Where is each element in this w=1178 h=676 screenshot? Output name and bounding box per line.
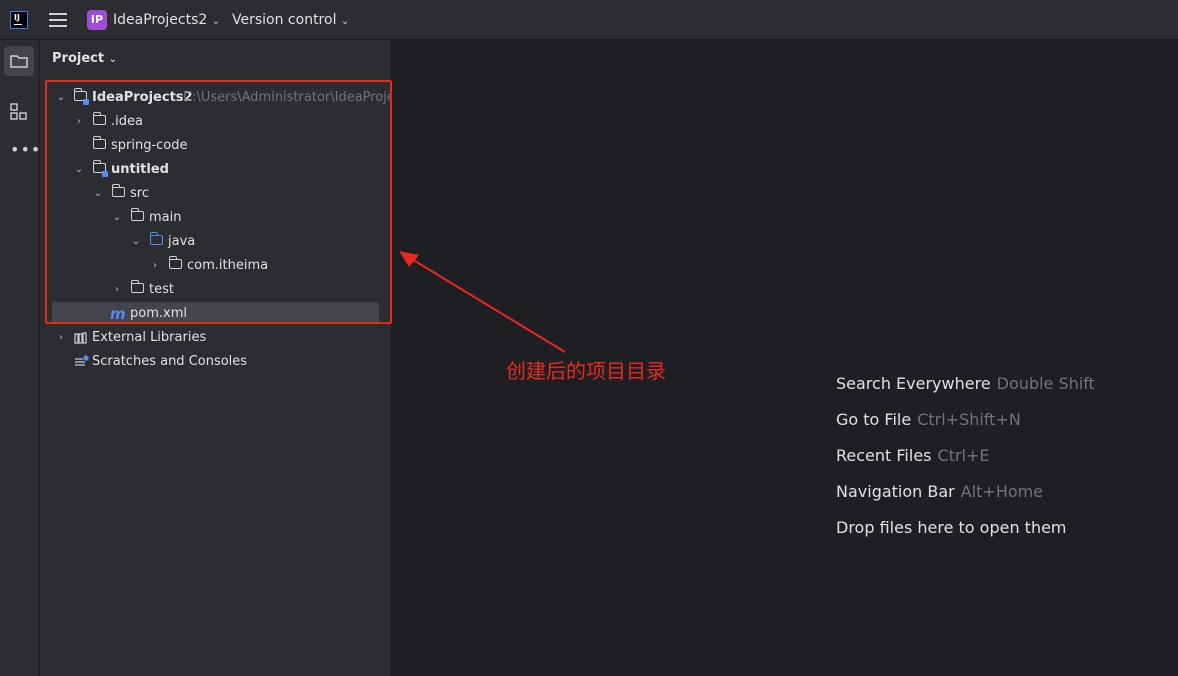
chevron-down-icon: ⌄	[108, 54, 117, 65]
structure-icon[interactable]	[9, 102, 29, 122]
library-icon	[74, 332, 87, 344]
tree-item-label: External Libraries	[92, 330, 207, 345]
hint-action: Drop files here to open them	[836, 518, 1067, 537]
hint-go-to-file: Go to File Ctrl+Shift+N	[836, 409, 1021, 431]
project-panel-header[interactable]: Project ⌄	[52, 51, 117, 66]
vcs-label: Version control	[232, 12, 337, 28]
annotation-label: 创建后的项目目录	[506, 359, 666, 383]
hint-shortcut: Alt+Home	[960, 482, 1044, 501]
title-bar: IJ IP IdeaProjects2 ⌄ Version control ⌄	[0, 0, 1178, 40]
folder-icon	[10, 55, 28, 68]
hint-shortcut: Ctrl+Shift+N	[917, 410, 1021, 429]
hint-recent-files: Recent Files Ctrl+E	[836, 445, 989, 467]
tool-stripe: •••	[0, 40, 40, 676]
intellij-logo-icon[interactable]: IJ	[10, 11, 28, 29]
hint-drop-files: Drop files here to open them	[836, 517, 1067, 539]
hint-shortcut: Ctrl+E	[937, 446, 990, 465]
hint-action: Search Everywhere	[836, 374, 991, 393]
tree-item-label: Scratches and Consoles	[92, 354, 248, 369]
project-toolwindow-button[interactable]	[4, 46, 34, 76]
project-badge[interactable]: IP	[87, 10, 107, 30]
hint-navigation-bar: Navigation Bar Alt+Home	[836, 481, 1043, 503]
hamburger-menu-icon[interactable]	[49, 13, 67, 27]
hint-search-everywhere: Search Everywhere Double Shift	[836, 373, 1095, 395]
hint-action: Recent Files	[836, 446, 932, 465]
annotation-arrow-icon	[399, 251, 566, 353]
annotation-highlight-box	[45, 80, 392, 324]
more-icon[interactable]: •••	[10, 140, 41, 159]
chevron-right-icon[interactable]: ›	[54, 327, 68, 349]
hint-action: Go to File	[836, 410, 912, 429]
hint-action: Navigation Bar	[836, 482, 955, 501]
scratches-icon	[75, 355, 89, 366]
project-selector[interactable]: IdeaProjects2 ⌄	[113, 10, 220, 32]
project-name: IdeaProjects2	[113, 12, 208, 28]
chevron-down-icon: ⌄	[340, 16, 350, 27]
chevron-down-icon: ⌄	[211, 16, 221, 27]
vcs-menu[interactable]: Version control ⌄	[232, 10, 349, 32]
hint-shortcut: Double Shift	[996, 374, 1095, 393]
project-panel-title: Project	[52, 51, 105, 66]
